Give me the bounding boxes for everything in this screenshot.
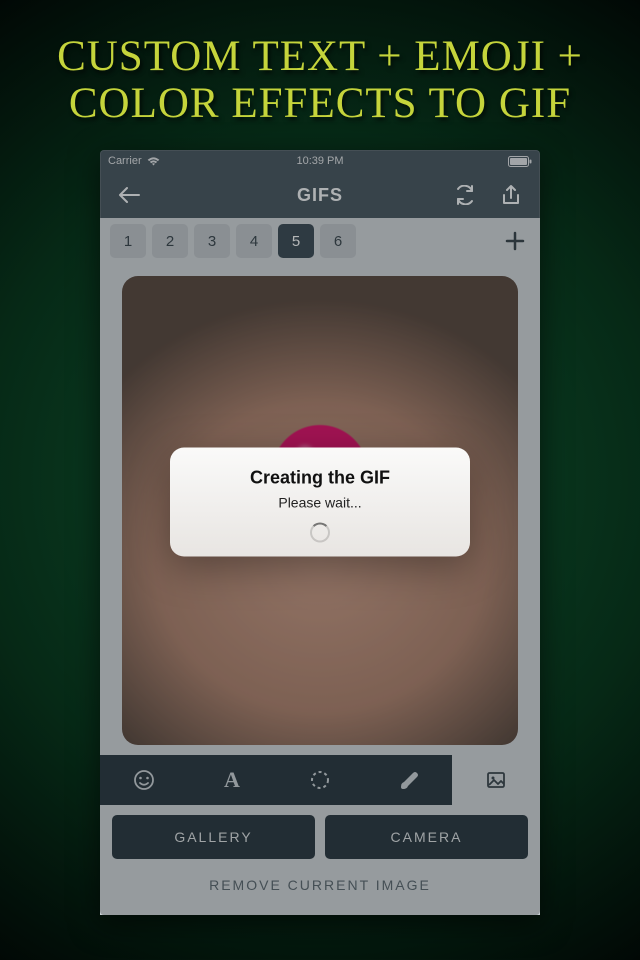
frame-tab-3[interactable]: 3: [194, 224, 230, 258]
promo-banner: CUSTOM TEXT + EMOJI + COLOR EFFECTS TO G…: [0, 0, 640, 150]
frame-tab-2[interactable]: 2: [152, 224, 188, 258]
frame-tab-6[interactable]: 6: [320, 224, 356, 258]
add-frame-button[interactable]: [500, 231, 530, 251]
frame-tab-1[interactable]: 1: [110, 224, 146, 258]
promo-headline: CUSTOM TEXT + EMOJI + COLOR EFFECTS TO G…: [20, 33, 620, 128]
status-time: 10:39 PM: [100, 155, 540, 167]
nav-bar: GIFS: [100, 172, 540, 218]
share-button[interactable]: [496, 180, 526, 210]
progress-dialog: Creating the GIF Please wait...: [170, 447, 470, 556]
dialog-title: Creating the GIF: [180, 467, 460, 488]
frame-tab-5[interactable]: 5: [278, 224, 314, 258]
remove-image-button[interactable]: REMOVE CURRENT IMAGE: [100, 867, 540, 915]
text-tool[interactable]: A: [188, 755, 276, 805]
editor-toolbar: A: [100, 755, 540, 805]
status-bar: Carrier 10:39 PM: [100, 150, 540, 172]
brush-tool[interactable]: [364, 755, 452, 805]
gallery-button[interactable]: GALLERY: [112, 815, 315, 859]
emoji-tool[interactable]: [100, 755, 188, 805]
color-tool[interactable]: [276, 755, 364, 805]
frame-tab-4[interactable]: 4: [236, 224, 272, 258]
image-tool[interactable]: [452, 755, 540, 805]
source-action-row: GALLERY CAMERA: [100, 805, 540, 867]
camera-button[interactable]: CAMERA: [325, 815, 528, 859]
refresh-button[interactable]: [450, 180, 480, 210]
phone-frame: Carrier 10:39 PM GIFS 1 2 3: [100, 150, 540, 915]
frame-selector-row: 1 2 3 4 5 6: [100, 218, 540, 264]
dialog-subtitle: Please wait...: [180, 494, 460, 510]
back-button[interactable]: [114, 180, 144, 210]
spinner-icon: [310, 522, 330, 542]
